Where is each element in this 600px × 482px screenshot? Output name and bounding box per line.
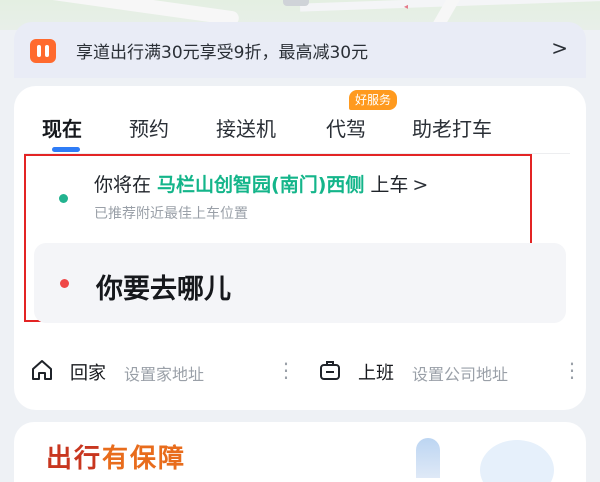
shortcut-home-sub: 设置家地址 [124, 365, 205, 384]
shortcut-work[interactable]: 上班 设置公司地址 ⋮ [318, 356, 582, 386]
coupon-icon [30, 39, 56, 63]
good-service-badge: 好服务 [349, 90, 398, 110]
active-tab-indicator [52, 147, 80, 152]
safety-title-part2: 有保障 [102, 444, 187, 474]
decoration-shape [480, 440, 554, 482]
pickup-location-name: 马栏山创智园(南门)西侧 [157, 174, 365, 196]
pickup-prefix: 你将在 [94, 174, 152, 196]
tab-now[interactable]: 现在 [42, 113, 82, 142]
pickup-dot-icon [59, 194, 68, 203]
tab-designated-driver[interactable]: 代驾 [326, 113, 366, 142]
map-location-marker [283, 0, 309, 6]
briefcase-icon [320, 361, 340, 380]
map-arrow-icon: ◂ [404, 2, 409, 11]
safety-title-part1: 出行 [46, 444, 103, 474]
tab-senior-taxi[interactable]: 助老打车 [412, 113, 492, 142]
decoration-tower-icon [416, 438, 440, 478]
chevron-right-icon: > [551, 36, 568, 60]
more-options-icon[interactable]: ⋮ [562, 356, 582, 384]
destination-placeholder: 你要去哪儿 [96, 274, 231, 305]
pickup-hint: 已推荐附近最佳上车位置 [94, 206, 248, 222]
tab-airport-transfer[interactable]: 接送机 [216, 113, 276, 142]
promo-text: 享道出行满30元享受9折，最高减30元 [76, 43, 369, 63]
promo-banner[interactable]: 享道出行满30元享受9折，最高减30元 > [14, 22, 586, 78]
safety-banner[interactable]: 出行有保障 [14, 422, 586, 482]
service-tabs: 现在 预约 接送机 代驾 助老打车 好服务 [14, 86, 586, 154]
shortcut-work-label: 上班 [358, 363, 394, 384]
home-icon [32, 360, 52, 380]
more-options-icon[interactable]: ⋮ [276, 356, 296, 384]
tab-reserve[interactable]: 预约 [129, 113, 169, 142]
shortcut-home-label: 回家 [70, 363, 106, 384]
shortcut-home[interactable]: 回家 设置家地址 ⋮ [30, 356, 296, 386]
destination-dot-icon [60, 279, 69, 288]
destination-input[interactable]: 你要去哪儿 [34, 243, 566, 323]
pickup-suffix: 上车 [370, 174, 409, 196]
safety-banner-title: 出行有保障 [46, 438, 186, 475]
ride-booking-card: 现在 预约 接送机 代驾 助老打车 好服务 你将在 马栏山创智园(南门)西侧 上车 >… [14, 86, 586, 410]
chevron-right-icon: > [412, 174, 429, 196]
shortcut-work-sub: 设置公司地址 [412, 365, 509, 384]
pickup-location-selector[interactable]: 你将在 马栏山创智园(南门)西侧 上车 > [94, 170, 428, 197]
